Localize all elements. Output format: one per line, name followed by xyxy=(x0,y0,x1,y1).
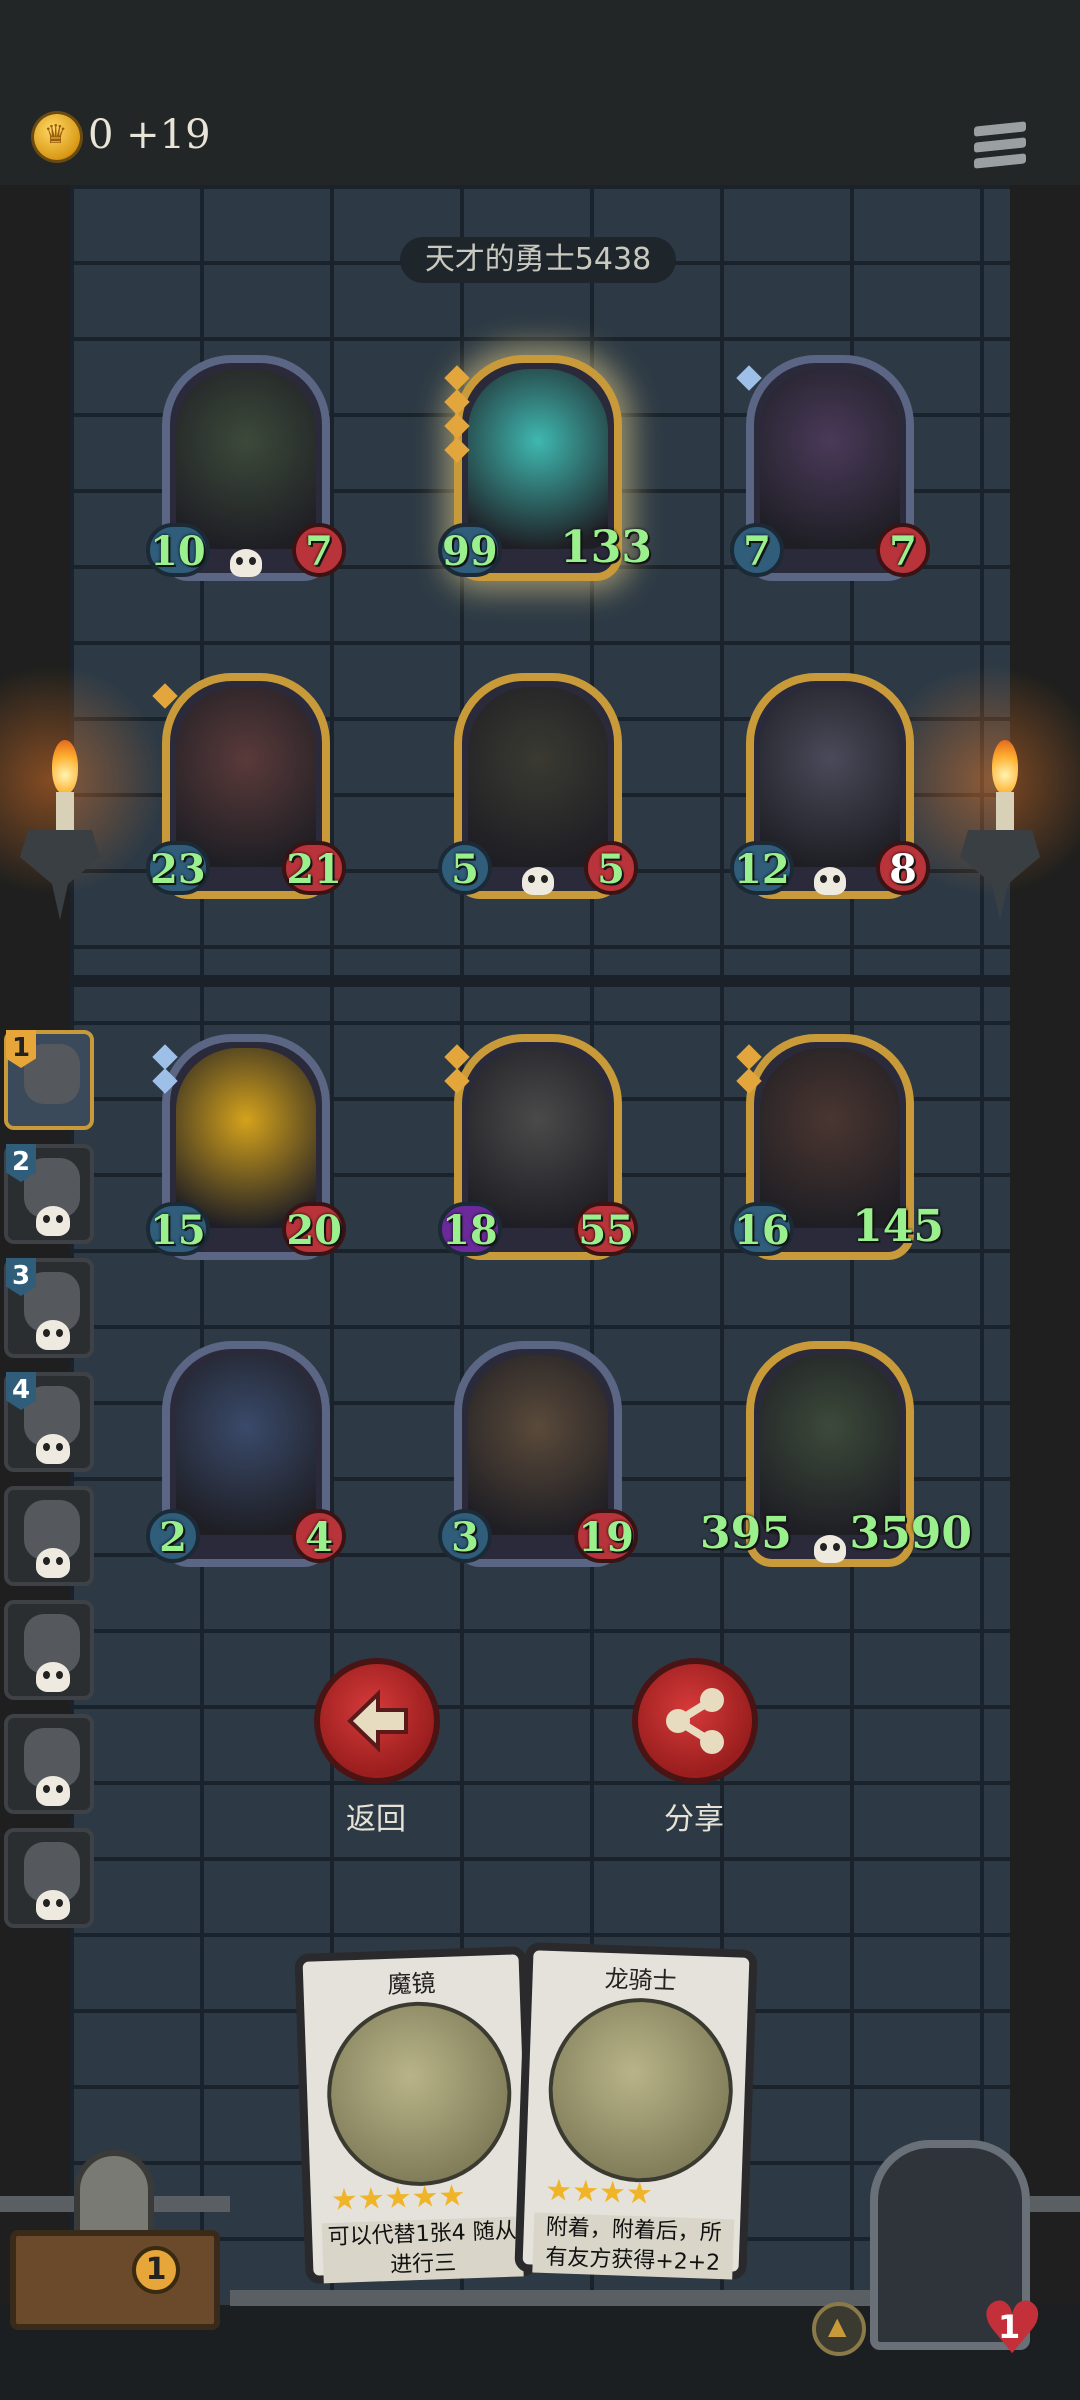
health-stat: 7 xyxy=(292,523,346,577)
star-rating-icon: ★★★★★ xyxy=(330,2178,466,2219)
attack-stat: 12 xyxy=(730,841,794,895)
wall-left xyxy=(0,185,70,2305)
minion-card[interactable]: 15 20 xyxy=(146,1034,346,1260)
hand-card-desc: 可以代替1张4 随从进行三 xyxy=(321,2216,524,2284)
hand-card-art xyxy=(545,1994,736,2186)
minion-card[interactable]: 3 19 xyxy=(438,1341,638,1567)
minion-card[interactable]: 24 xyxy=(146,1341,346,1567)
share-button[interactable] xyxy=(632,1658,758,1784)
minion-portrait xyxy=(760,369,900,549)
minion-card[interactable]: 99 133 xyxy=(438,355,652,581)
opponent-slot[interactable] xyxy=(4,1486,94,1586)
player-name: 天才的勇士5438 xyxy=(400,237,676,283)
back-label: 返回 xyxy=(346,1802,406,1837)
hand-card-desc: 附着，附着后，所 有友方获得+2+2 xyxy=(532,2212,735,2280)
opponent-slot[interactable] xyxy=(4,1600,94,1700)
hand-card-title: 魔镜 xyxy=(386,1969,436,1999)
star-rating-icon: ★★★★ xyxy=(544,2172,654,2212)
share-icon xyxy=(666,1688,724,1754)
attack-stat: 3 xyxy=(438,1509,492,1563)
minion-portrait xyxy=(176,1355,316,1535)
attack-stat: 5 xyxy=(438,841,492,895)
skull-icon xyxy=(36,1548,70,1578)
attack-stat: 10 xyxy=(146,523,210,577)
attack-stat: 395 xyxy=(700,1508,792,1559)
attack-stat: 15 xyxy=(146,1202,210,1256)
minion-portrait xyxy=(176,369,316,549)
chest-icon xyxy=(10,2230,220,2330)
skull-icon xyxy=(230,549,262,577)
share-label: 分享 xyxy=(664,1802,724,1837)
opponent-slot[interactable]: 4 xyxy=(4,1372,94,1472)
opponent-slot[interactable]: 1 xyxy=(4,1030,94,1130)
health-stat: 4 xyxy=(292,1509,346,1563)
hand-card[interactable]: 魔镜 ★★★★★ 可以代替1张4 随从进行三 xyxy=(294,1946,538,2284)
health-stat: 19 xyxy=(574,1509,638,1563)
minion-portrait xyxy=(176,1048,316,1228)
chest[interactable]: 1 xyxy=(10,2150,220,2330)
minion-card[interactable]: 23 21 xyxy=(146,673,346,899)
minion-portrait xyxy=(468,1048,608,1228)
hero-health: 1 xyxy=(998,2308,1021,2346)
minion-card[interactable]: 395 3590 xyxy=(700,1341,972,1567)
back-button[interactable] xyxy=(314,1658,440,1784)
skull-icon xyxy=(36,1776,70,1806)
health-stat: 21 xyxy=(282,841,346,895)
top-bar: 0 +19 xyxy=(0,0,1080,185)
attack-stat: 7 xyxy=(730,523,784,577)
chest-count: 1 xyxy=(132,2246,180,2294)
skull-icon xyxy=(36,1206,70,1236)
minion-card[interactable]: 12 8 xyxy=(730,673,930,899)
skull-icon xyxy=(36,1320,70,1350)
skull-icon xyxy=(814,867,846,895)
pipe-right xyxy=(1030,2196,1080,2212)
arrow-left-icon xyxy=(347,1689,408,1753)
opponent-slot[interactable] xyxy=(4,1828,94,1928)
torch-right-icon xyxy=(860,660,1080,950)
minion-portrait xyxy=(468,1355,608,1535)
attack-stat: 18 xyxy=(438,1202,502,1256)
health-stat: 7 xyxy=(876,523,930,577)
skull-icon xyxy=(814,1535,846,1563)
attack-stat: 2 xyxy=(146,1509,200,1563)
attack-stat: 99 xyxy=(438,523,502,577)
minion-card[interactable]: 18 55 xyxy=(438,1034,638,1260)
hand-card-title: 龙骑士 xyxy=(604,1964,678,1996)
opponent-slot[interactable] xyxy=(4,1714,94,1814)
health-stat: 5 xyxy=(584,841,638,895)
torch-left-icon xyxy=(0,660,180,950)
minion-portrait xyxy=(760,687,900,867)
minion-card[interactable]: 77 xyxy=(730,355,930,581)
minion-portrait xyxy=(468,687,608,867)
minion-portrait xyxy=(176,687,316,867)
opponent-slot[interactable]: 2 xyxy=(4,1144,94,1244)
minion-card[interactable]: 16 145 xyxy=(730,1034,944,1260)
health-stat: 55 xyxy=(574,1202,638,1256)
health-stat: 8 xyxy=(876,841,930,895)
heart-icon: 1 xyxy=(980,2286,1045,2370)
pipe-bottom xyxy=(230,2290,870,2306)
skull-icon xyxy=(36,1434,70,1464)
wall-right xyxy=(1010,185,1080,2305)
hand-card-art xyxy=(324,1998,515,2190)
health-stat: 145 xyxy=(852,1201,944,1252)
minion-card[interactable]: 10 7 xyxy=(146,355,346,581)
skull-icon xyxy=(36,1890,70,1920)
minion-card[interactable]: 55 xyxy=(438,673,638,899)
health-stat: 133 xyxy=(560,522,652,573)
menu-icon[interactable] xyxy=(974,121,1026,172)
health-stat: 20 xyxy=(282,1202,346,1256)
attack-stat: 16 xyxy=(730,1202,794,1256)
attack-stat: 23 xyxy=(146,841,210,895)
bell-icon[interactable] xyxy=(812,2302,866,2356)
opponent-slot[interactable]: 3 xyxy=(4,1258,94,1358)
hand-card[interactable]: 龙骑士 ★★★★ 附着，附着后，所 有友方获得+2+2 xyxy=(514,1942,758,2280)
coin-counter: 0 +19 xyxy=(88,112,211,158)
board-divider xyxy=(70,975,1010,987)
skull-icon xyxy=(36,1662,70,1692)
skull-icon xyxy=(522,867,554,895)
coin-icon xyxy=(34,114,80,160)
health-stat: 3590 xyxy=(849,1508,972,1559)
